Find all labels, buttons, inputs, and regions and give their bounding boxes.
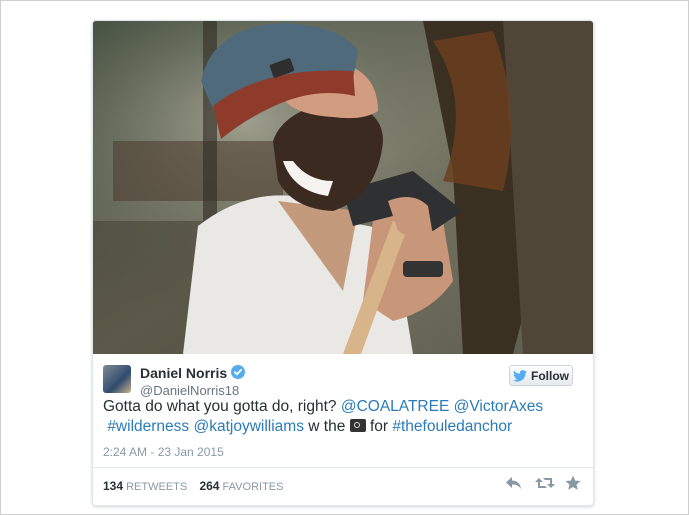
follow-button[interactable]: Follow: [509, 365, 573, 386]
author-handle[interactable]: @DanielNorris18: [140, 383, 239, 398]
retweets-count[interactable]: 134: [103, 479, 123, 493]
mention-link[interactable]: @COALATREE: [341, 398, 449, 415]
twitter-bird-icon: [513, 369, 527, 382]
mention-link[interactable]: @katjoywilliams: [193, 418, 303, 435]
tweet-timestamp[interactable]: 2:24 AM - 23 Jan 2015: [103, 445, 224, 459]
follow-label: Follow: [531, 368, 569, 383]
tweet-photo[interactable]: [93, 21, 593, 354]
author-avatar[interactable]: [103, 365, 131, 393]
author-name[interactable]: Daniel Norris: [140, 365, 227, 381]
hashtag-link[interactable]: #wilderness: [107, 418, 189, 435]
divider: [93, 467, 593, 468]
text-part: w the: [303, 418, 350, 435]
tweet-text: Gotta do what you gotta do, right? @COAL…: [103, 397, 583, 437]
hashtag-link[interactable]: #thefouledanchor: [392, 418, 512, 435]
camera-emoji-icon: [349, 419, 366, 432]
text-part: for: [365, 418, 393, 435]
mention-link[interactable]: @VictorAxes: [454, 398, 544, 415]
favorites-count[interactable]: 264: [199, 479, 219, 493]
retweet-icon[interactable]: [535, 475, 555, 491]
retweets-label[interactable]: RETWEETS: [126, 481, 187, 493]
favorites-label[interactable]: FAVORITES: [223, 481, 284, 493]
verified-badge-icon: [231, 365, 245, 379]
text-part: Gotta do what you gotta do, right?: [103, 398, 341, 415]
tweet-actions: [505, 475, 583, 491]
reply-icon[interactable]: [505, 475, 523, 491]
tweet-stats: 134 RETWEETS 264 FAVORITES: [103, 479, 283, 493]
embedded-tweet-card: Daniel Norris @DanielNorris18 Follow Got…: [92, 20, 594, 506]
star-icon[interactable]: [565, 475, 583, 491]
